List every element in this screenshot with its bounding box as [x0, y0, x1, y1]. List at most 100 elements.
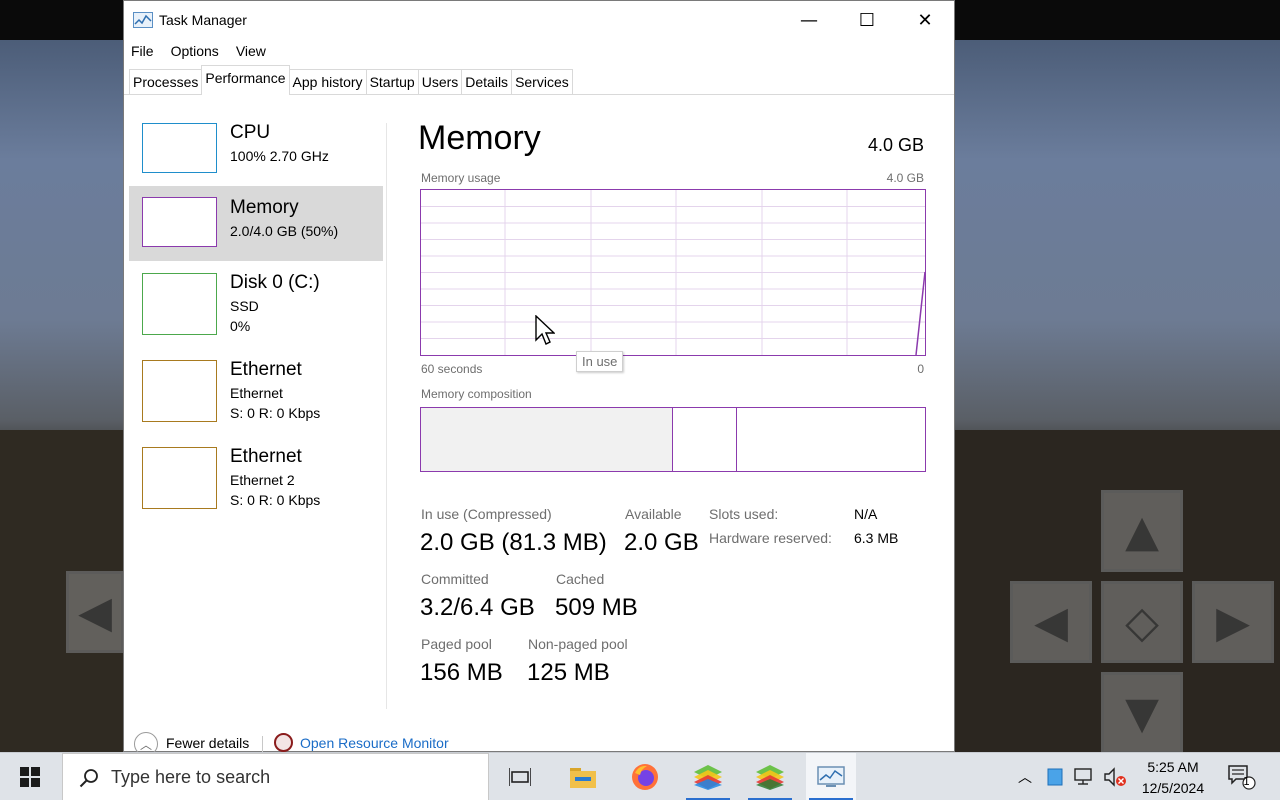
start-button[interactable]	[0, 753, 60, 800]
sidebar-item-detail: Ethernet 2	[230, 472, 295, 488]
fewer-details-label[interactable]: Fewer details	[166, 735, 249, 751]
search-icon	[79, 769, 98, 788]
memory-thumbnail-graph	[142, 197, 217, 247]
memory-composition-label: Memory composition	[421, 387, 532, 401]
task-manager-icon	[817, 766, 845, 787]
time-range-end: 0	[917, 362, 924, 376]
sidebar-item-disk[interactable]: Disk 0 (C:) SSD 0%	[129, 263, 383, 343]
resource-monitor-icon[interactable]	[274, 733, 293, 752]
file-explorer-button[interactable]	[558, 753, 608, 800]
non-paged-pool-value: 125 MB	[527, 659, 610, 686]
mouse-cursor-icon	[535, 315, 555, 345]
title-bar[interactable]: Task Manager — ☐ ✕	[124, 1, 954, 39]
volume-button[interactable]	[1102, 753, 1128, 800]
menu-bar: File Options View	[124, 39, 954, 63]
non-paged-pool-label: Non-paged pool	[528, 636, 628, 652]
notification-icon	[1228, 765, 1256, 790]
bluestacks-icon	[694, 765, 722, 790]
footer: ︿ Fewer details Open Resource Monitor	[124, 729, 954, 756]
network-button[interactable]	[1072, 753, 1098, 800]
window-title: Task Manager	[159, 12, 247, 28]
game-down-button[interactable]: ▼	[1101, 672, 1183, 752]
volume-muted-icon	[1104, 767, 1126, 787]
composition-in-use-segment[interactable]	[421, 408, 673, 471]
memory-composition-bar	[420, 407, 926, 472]
tab-startup[interactable]: Startup	[365, 69, 419, 94]
task-manager-taskbar-button[interactable]	[806, 753, 856, 800]
task-manager-window: Task Manager — ☐ ✕ File Options View Pro…	[123, 0, 955, 756]
footer-divider	[262, 736, 263, 752]
sidebar-item-title: Disk 0 (C:)	[230, 272, 320, 293]
maximize-button[interactable]: ☐	[838, 1, 896, 39]
firefox-button[interactable]	[620, 753, 670, 800]
search-placeholder: Type here to search	[111, 767, 271, 787]
menu-view[interactable]: View	[236, 43, 266, 59]
tab-processes[interactable]: Processes	[129, 69, 203, 94]
minimize-button[interactable]: —	[780, 1, 838, 39]
game-left-button[interactable]: ◀	[1010, 581, 1092, 663]
sidebar-item-detail: SSD	[230, 298, 259, 314]
sidebar-item-title: Ethernet	[230, 446, 302, 467]
tray-app-button[interactable]	[1042, 753, 1068, 800]
game-left-control[interactable]: ◀	[66, 571, 124, 653]
taskbar-search-box[interactable]: Type here to search	[62, 753, 489, 800]
network-icon	[1074, 768, 1092, 785]
tray-app-icon	[1047, 768, 1063, 786]
panel-title: Memory	[418, 119, 541, 157]
taskbar-clock[interactable]: 5:25 AM 12/5/2024	[1136, 757, 1210, 799]
sidebar-item-cpu[interactable]: CPU 100% 2.70 GHz	[129, 113, 383, 188]
firefox-icon	[632, 764, 658, 790]
game-center-button[interactable]: ◇	[1101, 581, 1183, 663]
notification-center-button[interactable]: 1	[1222, 753, 1262, 800]
sidebar-item-title: Ethernet	[230, 359, 302, 380]
task-manager-icon	[133, 12, 153, 28]
bluestacks-multi-instance-icon	[756, 765, 784, 790]
tab-app-history[interactable]: App history	[288, 69, 367, 94]
cpu-thumbnail-graph	[142, 123, 217, 173]
available-value: 2.0 GB	[624, 529, 699, 556]
bluestacks-multi-button[interactable]	[745, 753, 795, 800]
game-right-button[interactable]: ▶	[1192, 581, 1274, 663]
sidebar-item-ethernet[interactable]: Ethernet Ethernet S: 0 R: 0 Kbps	[129, 350, 383, 430]
windows-icon	[20, 767, 40, 787]
tab-details[interactable]: Details	[461, 69, 513, 94]
task-view-icon	[509, 768, 531, 786]
tab-strip: Processes Performance App history Startu…	[124, 63, 954, 95]
sidebar-item-ethernet-2[interactable]: Ethernet Ethernet 2 S: 0 R: 0 Kbps	[129, 437, 383, 517]
tab-services[interactable]: Services	[511, 69, 573, 94]
show-hidden-icons-button[interactable]: ︿	[1012, 753, 1038, 800]
cached-value: 509 MB	[555, 594, 638, 621]
bluestacks-button[interactable]	[683, 753, 733, 800]
total-memory: 4.0 GB	[867, 135, 924, 155]
game-up-button[interactable]: ▲	[1101, 490, 1183, 572]
hardware-reserved-value: 6.3 MB	[854, 530, 899, 546]
memory-usage-max: 4.0 GB	[886, 171, 924, 185]
sidebar-item-detail: 100% 2.70 GHz	[230, 148, 329, 164]
task-view-button[interactable]	[495, 753, 545, 800]
open-resource-monitor-link[interactable]: Open Resource Monitor	[300, 735, 449, 751]
memory-usage-label: Memory usage	[421, 171, 501, 185]
tab-users[interactable]: Users	[417, 69, 463, 94]
sidebar-item-detail: Ethernet	[230, 385, 283, 401]
memory-usage-grid	[421, 190, 926, 356]
in-use-tooltip: In use	[576, 351, 624, 372]
sidebar-item-title: CPU	[230, 122, 271, 143]
tab-performance[interactable]: Performance	[201, 65, 290, 95]
clock-date: 12/5/2024	[1141, 780, 1205, 796]
composition-modified-segment[interactable]	[736, 408, 737, 471]
sidebar-item-detail: S: 0 R: 0 Kbps	[230, 492, 321, 508]
slots-used-label: Slots used:	[709, 506, 779, 522]
in-use-value: 2.0 GB (81.3 MB)	[420, 529, 607, 556]
menu-options[interactable]: Options	[171, 43, 219, 59]
taskbar: Type here to search ︿ 5:25 AM 12/5/2024 …	[0, 752, 1280, 800]
sidebar-item-memory[interactable]: Memory 2.0/4.0 GB (50%)	[129, 186, 383, 261]
in-use-label: In use (Compressed)	[421, 506, 552, 522]
menu-file[interactable]: File	[131, 43, 154, 59]
sidebar-item-detail: 2.0/4.0 GB (50%)	[230, 223, 339, 239]
cached-label: Cached	[556, 571, 605, 587]
notification-count: 1	[1243, 775, 1250, 788]
memory-usage-graph	[420, 189, 926, 356]
clock-time: 5:25 AM	[1147, 759, 1199, 775]
sidebar-item-title: Memory	[230, 197, 299, 218]
close-button[interactable]: ✕	[896, 1, 954, 39]
